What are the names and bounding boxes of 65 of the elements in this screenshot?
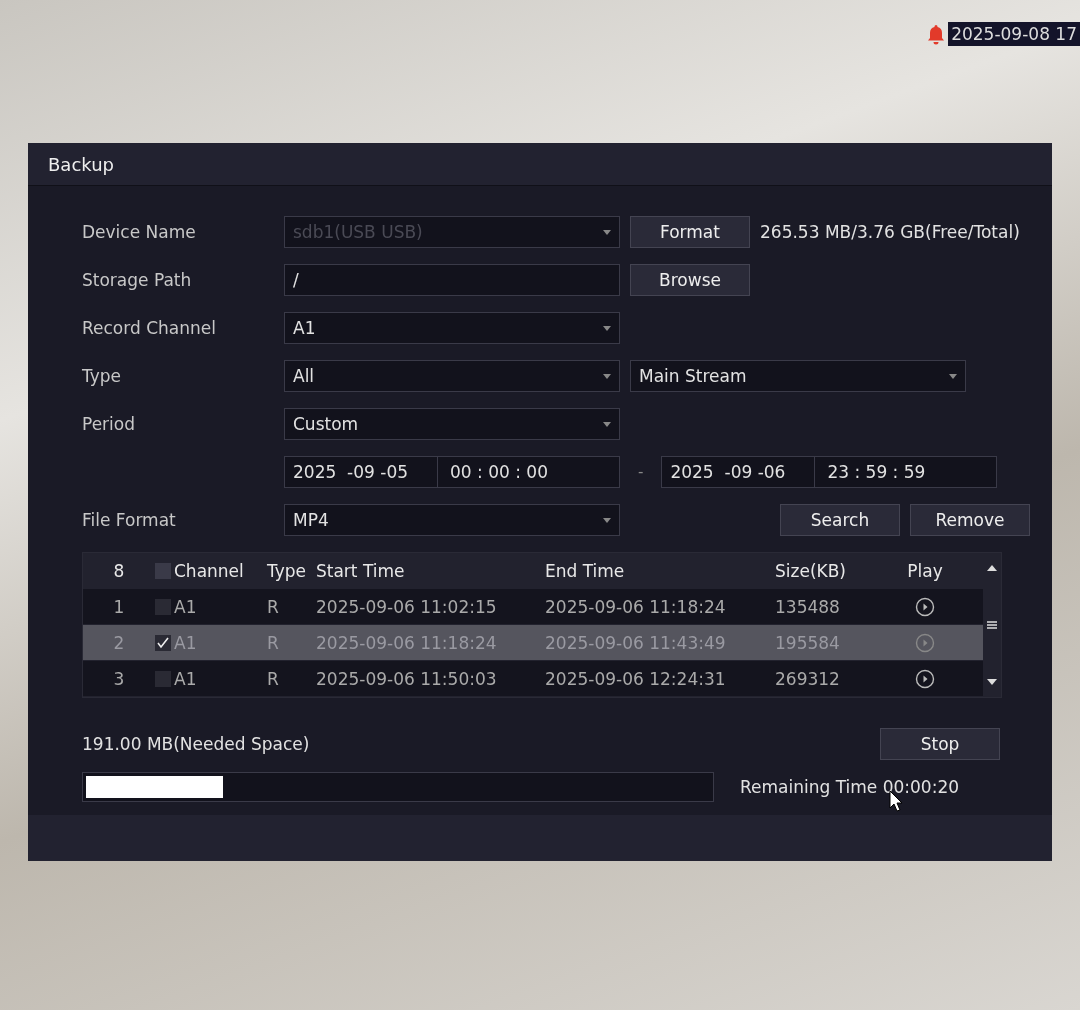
range-separator: - — [637, 463, 645, 481]
stop-button[interactable]: Stop — [880, 728, 1000, 760]
column-header: 8 — [112, 560, 126, 581]
field-label: Storage Path — [82, 270, 193, 290]
table-cell-text: 269312 — [775, 668, 841, 689]
column-header: Type — [267, 560, 308, 581]
play-icon[interactable] — [915, 668, 935, 689]
timestamp: 2025-09-08 17 — [948, 22, 1080, 46]
table-cell-text: R — [267, 632, 280, 653]
caret-icon — [603, 325, 611, 331]
action-button[interactable]: Search — [780, 504, 900, 536]
channel-dropdown[interactable]: A1 — [284, 312, 620, 344]
field-label: Device Name — [82, 222, 197, 242]
start-datetime-field[interactable]: 2025 -09 -05 00 : 00 : 00 — [284, 456, 620, 488]
table-cell-text: 3 — [112, 668, 126, 689]
column-header: Start Time — [316, 560, 406, 581]
remaining-time-text: Remaining Time 00:00:20 — [740, 777, 960, 797]
scroll-down-icon[interactable] — [987, 679, 997, 685]
table-row[interactable]: 3 A1 R 2025-09-06 11:50:03 2025-09-06 12:24:31 269312 — [83, 661, 983, 697]
action-button[interactable]: Remove — [910, 504, 1030, 536]
table-cell-text: 2025-09-06 11:02:15 — [316, 596, 498, 617]
browse-button[interactable]: Browse — [630, 264, 750, 296]
table-cell-text: A1 — [174, 596, 198, 617]
scrollbar[interactable] — [983, 553, 1001, 697]
checkbox[interactable] — [155, 634, 171, 651]
period-dropdown[interactable]: Custom — [284, 408, 620, 440]
table-cell-text: 2025-09-06 11:18:24 — [545, 596, 727, 617]
table-cell-text: 2 — [112, 632, 126, 653]
needed-space-text: 191.00 MB(Needed Space) — [82, 734, 310, 754]
table-cell-text: 1 — [112, 596, 126, 617]
table-cell-text: R — [267, 596, 280, 617]
field-label: Period — [82, 414, 136, 434]
field-label: Record Channel — [82, 318, 217, 338]
end-datetime-field[interactable]: 2025 -09 -06 23 : 59 : 59 — [661, 456, 998, 488]
table-cell-text: A1 — [174, 668, 198, 689]
table-cell-text: 2025-09-06 11:43:49 — [545, 632, 727, 653]
capacity-text: 265.53 MB/3.76 GB(Free/Total) — [760, 222, 1020, 242]
table-cell-text: 2025-09-06 12:24:31 — [545, 668, 727, 689]
table-cell-text: R — [267, 668, 280, 689]
table-cell-text: 2025-09-06 11:50:03 — [316, 668, 498, 689]
caret-icon — [603, 517, 611, 523]
field-label: Type — [82, 366, 123, 386]
type-dropdown[interactable]: All — [284, 360, 620, 392]
caret-icon — [603, 421, 611, 427]
caret-icon — [603, 229, 611, 235]
field-label: File Format — [82, 510, 177, 530]
format-dropdown[interactable]: MP4 — [284, 504, 620, 536]
scroll-up-icon[interactable] — [987, 565, 997, 571]
checkbox[interactable] — [155, 562, 171, 579]
play-icon[interactable] — [915, 596, 935, 617]
column-header: End Time — [545, 560, 626, 581]
column-header: Channel — [174, 560, 245, 581]
column-header: Play — [906, 560, 944, 581]
path-field[interactable]: / — [284, 264, 620, 296]
stream-dropdown[interactable]: Main Stream — [630, 360, 966, 392]
caret-icon — [603, 373, 611, 379]
table-cell-text: 135488 — [775, 596, 841, 617]
table-cell-text: A1 — [174, 632, 198, 653]
alarm-bell-icon — [926, 23, 947, 45]
scroll-grip-icon[interactable] — [987, 621, 997, 629]
column-header: Size(KB) — [775, 560, 847, 581]
table-cell-text: 195584 — [775, 632, 841, 653]
caret-icon — [949, 373, 957, 379]
window-title: Backup — [48, 153, 114, 175]
table-cell-text: 2025-09-06 11:18:24 — [316, 632, 498, 653]
